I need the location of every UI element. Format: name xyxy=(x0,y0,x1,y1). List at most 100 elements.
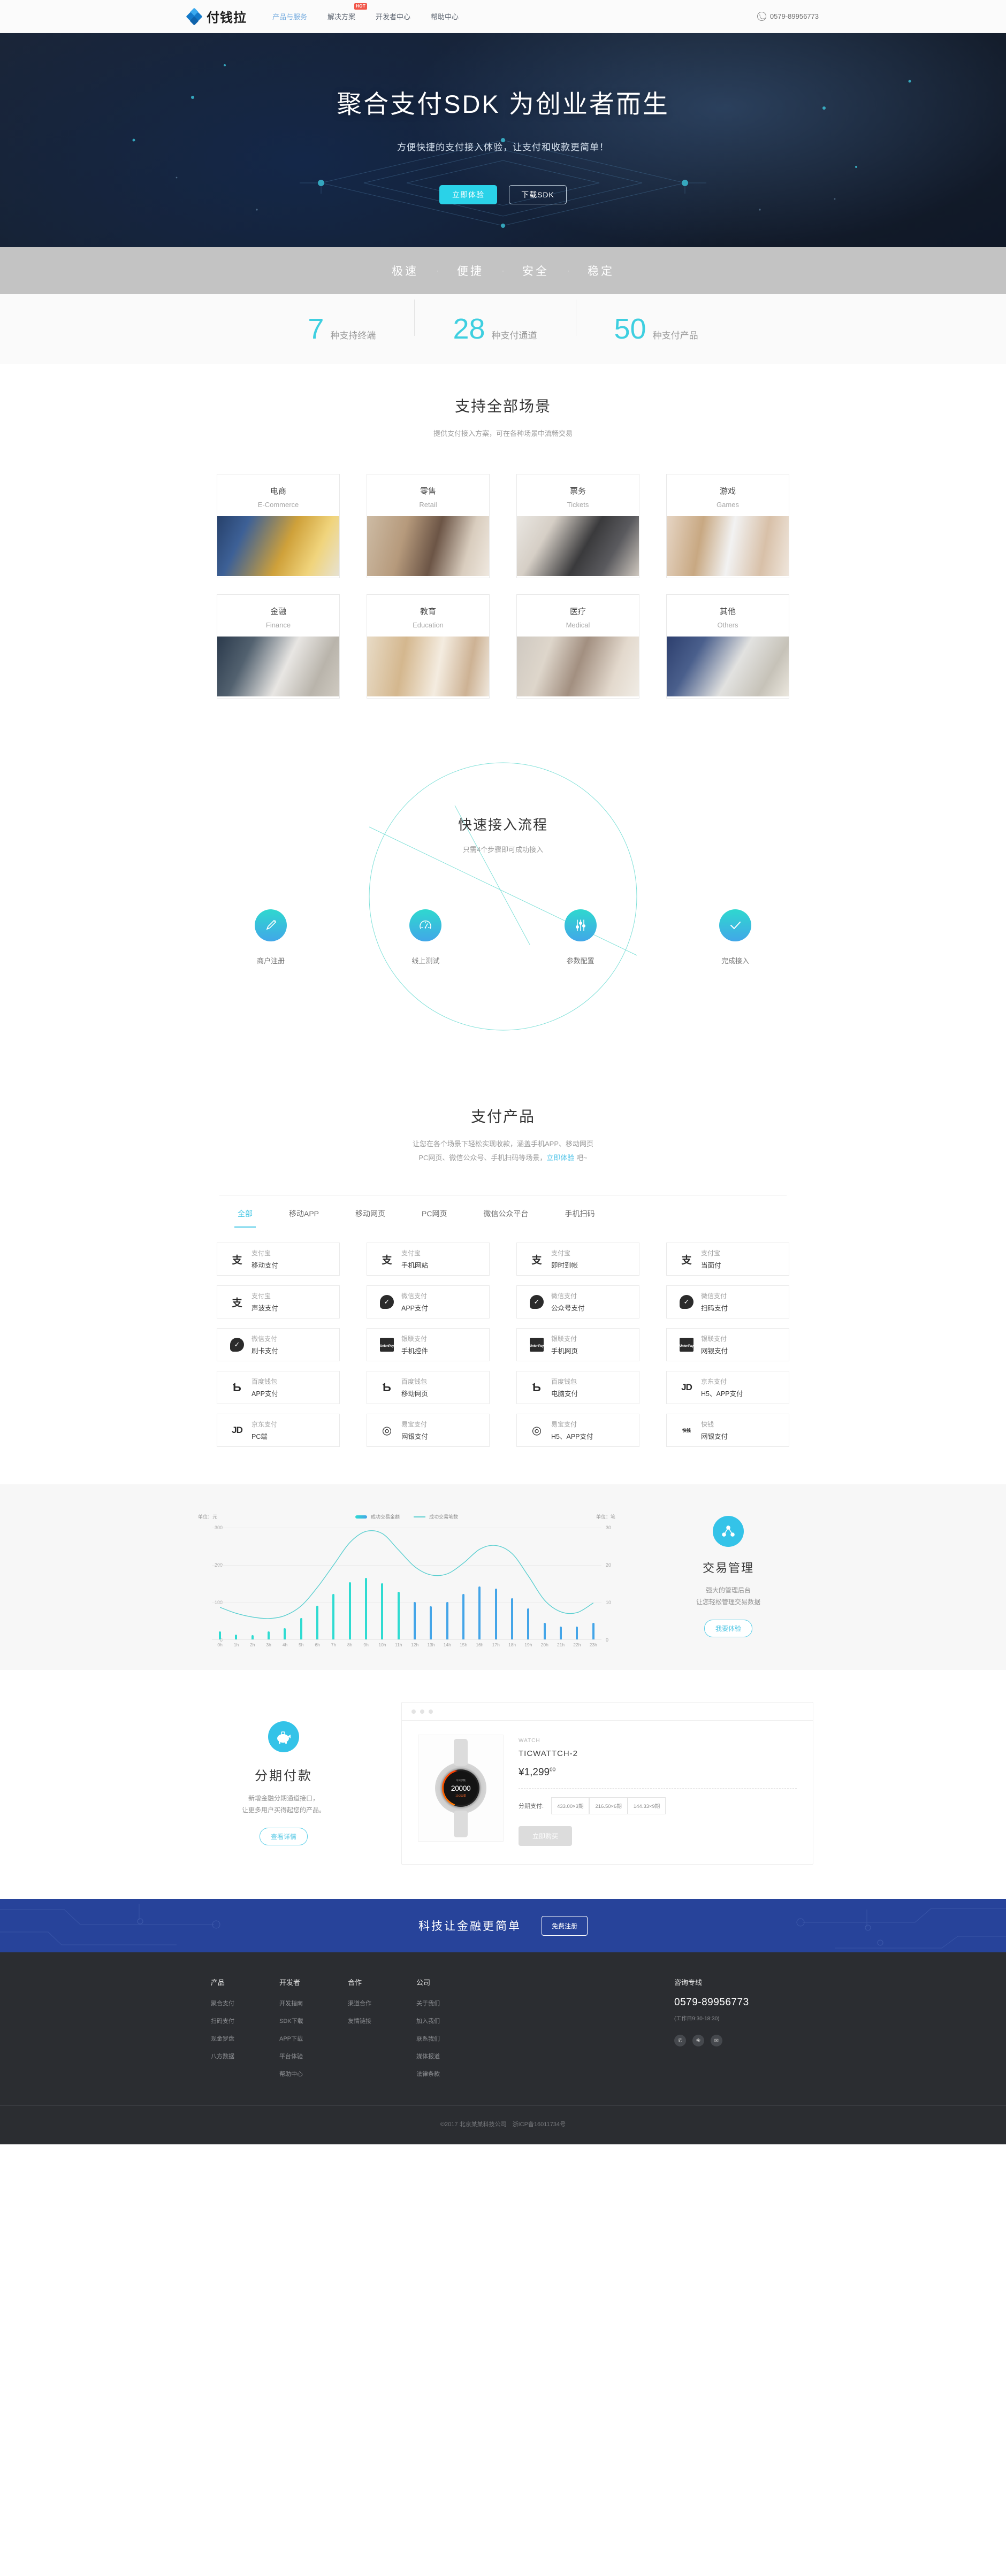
product-tab-2[interactable]: 移动网页 xyxy=(337,1195,403,1228)
scene-card-1[interactable]: 零售 Retail xyxy=(367,474,490,578)
hero-download-sdk-button[interactable]: 下载SDK xyxy=(509,185,567,204)
demo-price: ¥1,29900 xyxy=(519,1767,797,1778)
process-step-1[interactable]: 线上测试 xyxy=(409,909,442,965)
process-step-0[interactable]: 商户注册 xyxy=(255,909,287,965)
stat-number: 28 xyxy=(453,313,485,345)
wechat-icon[interactable]: ✆ xyxy=(674,2035,686,2046)
product-card-9[interactable]: 银联支付手机控件 xyxy=(367,1328,490,1361)
product-card-10[interactable]: 银联支付手机网页 xyxy=(516,1328,639,1361)
process-step-label: 完成接入 xyxy=(721,957,749,965)
phone-icon xyxy=(757,12,766,21)
product-card-15[interactable]: 京东支付 H5、APP支付 xyxy=(666,1371,789,1404)
footer-link-0-3[interactable]: 八方数据 xyxy=(211,2052,279,2060)
feature-item-0[interactable]: 极速 xyxy=(374,263,437,279)
weibo-icon[interactable]: ❀ xyxy=(692,2035,704,2046)
product-card-0[interactable]: 支付宝移动支付 xyxy=(217,1243,340,1276)
nav-item-1[interactable]: 解决方案 HOT xyxy=(326,3,368,25)
scene-card-2[interactable]: 票务 Tickets xyxy=(516,474,639,578)
nav-item-0[interactable]: 产品与服务 xyxy=(271,8,308,25)
yeepay-logo-icon xyxy=(380,1423,394,1437)
scene-card-3[interactable]: 游戏 Games xyxy=(666,474,789,578)
process-title: 快速接入流程 xyxy=(458,817,548,833)
hero-try-now-button[interactable]: 立即体验 xyxy=(439,185,497,204)
footer-link-1-0[interactable]: 开发指南 xyxy=(279,1999,348,2007)
footer-link-0-2[interactable]: 现金罗盘 xyxy=(211,2034,279,2043)
product-tab-0[interactable]: 全部 xyxy=(219,1195,271,1228)
product-card-6[interactable]: 微信支付公众号支付 xyxy=(516,1285,639,1318)
product-brand: 微信支付 xyxy=(551,1292,577,1300)
trade-try-button[interactable]: 我要体验 xyxy=(704,1620,752,1637)
footer-link-3-1[interactable]: 加入我们 xyxy=(416,2017,485,2025)
products-try-link[interactable]: 立即体验 xyxy=(546,1154,574,1162)
feature-item-3[interactable]: 稳定 xyxy=(569,263,632,279)
footer-link-0-0[interactable]: 聚合支付 xyxy=(211,1999,279,2007)
installment-option-2[interactable]: 144.33×9期 xyxy=(627,1797,666,1814)
footer-link-2-1[interactable]: 友情链接 xyxy=(348,2017,416,2025)
footer-link-2-0[interactable]: 渠道合作 xyxy=(348,1999,416,2007)
x-tick-23: 23h xyxy=(589,1642,597,1647)
footer-link-1-2[interactable]: APP下载 xyxy=(279,2034,348,2043)
product-card-12[interactable]: 百度钱包 APP支付 xyxy=(217,1371,340,1404)
product-card-8[interactable]: 微信支付刷卡支付 xyxy=(217,1328,340,1361)
product-card-19[interactable]: 快钱网银支付 xyxy=(666,1414,789,1447)
product-card-17[interactable]: 易宝支付网银支付 xyxy=(367,1414,490,1447)
product-card-18[interactable]: 易宝支付 H5、APP支付 xyxy=(516,1414,639,1447)
baidu-logo-icon xyxy=(230,1381,244,1394)
product-card-5[interactable]: 微信支付 APP支付 xyxy=(367,1285,490,1318)
cta-register-button[interactable]: 免费注册 xyxy=(541,1915,588,1936)
product-brand: 京东支付 xyxy=(701,1378,727,1385)
footer-link-0-1[interactable]: 扫码支付 xyxy=(211,2017,279,2025)
product-card-2[interactable]: 支付宝即时到帐 xyxy=(516,1243,639,1276)
installment-detail-button[interactable]: 查看详情 xyxy=(259,1828,308,1845)
site-logo[interactable]: 付钱拉 xyxy=(186,7,247,26)
product-tab-1[interactable]: 移动APP xyxy=(271,1195,337,1228)
chart-x-axis: 0h 1h 2h 3h 4h 5h 6h 7h 8h 9h 10h 11h 12h 13h 14h 15h 16… xyxy=(212,1642,601,1647)
scene-card-6[interactable]: 医疗 Medical xyxy=(516,594,639,699)
scene-card-4[interactable]: 金融 Finance xyxy=(217,594,340,699)
installment-desc-line1: 新增金融分期通道接口， xyxy=(248,1795,319,1802)
feature-item-2[interactable]: 安全 xyxy=(504,263,567,279)
product-card-1[interactable]: 支付宝手机网站 xyxy=(367,1243,490,1276)
nav-item-label: 解决方案 xyxy=(327,13,356,21)
footer-link-3-3[interactable]: 媒体报道 xyxy=(416,2052,485,2060)
product-card-3[interactable]: 支付宝当面付 xyxy=(666,1243,789,1276)
product-card-16[interactable]: 京东支付 PC端 xyxy=(217,1414,340,1447)
product-card-11[interactable]: 银联支付网银支付 xyxy=(666,1328,789,1361)
footer-link-1-4[interactable]: 帮助中心 xyxy=(279,2069,348,2078)
legend-item-amount[interactable]: 成功交易金额 xyxy=(355,1513,400,1520)
product-tab-5[interactable]: 手机扫码 xyxy=(546,1195,613,1228)
installment-option-0[interactable]: 433.00×3期 xyxy=(551,1797,590,1814)
installment-option-1[interactable]: 216.50×6期 xyxy=(589,1797,628,1814)
process-section: 快速接入流程 只需4个步骤即可成功接入 商户注册 线上测试 参数配置 完成接入 xyxy=(0,720,1006,1073)
product-tab-3[interactable]: PC网页 xyxy=(403,1195,465,1228)
header-phone: 0579-89956773 xyxy=(757,12,819,21)
legend-item-count[interactable]: 成功交易笔数 xyxy=(414,1513,458,1520)
footer-link-3-4[interactable]: 法律条款 xyxy=(416,2069,485,2078)
footer-link-1-1[interactable]: SDK下载 xyxy=(279,2017,348,2025)
email-icon[interactable]: ✉ xyxy=(711,2035,722,2046)
product-card-13[interactable]: 百度钱包移动网页 xyxy=(367,1371,490,1404)
product-tab-4[interactable]: 微信公众平台 xyxy=(465,1195,546,1228)
product-name: 声波支付 xyxy=(251,1305,279,1312)
y-tick-right-1: 10 xyxy=(606,1599,612,1605)
footer-social-icons: ✆ ❀ ✉ xyxy=(674,2035,813,2046)
product-brand: 易宝支付 xyxy=(551,1421,577,1428)
nav-item-2[interactable]: 开发者中心 xyxy=(375,8,411,25)
process-step-3[interactable]: 完成接入 xyxy=(719,909,751,965)
nav-item-3[interactable]: 帮助中心 xyxy=(430,8,460,25)
footer-link-1-3[interactable]: 平台体验 xyxy=(279,2052,348,2060)
scene-card-5[interactable]: 教育 Education xyxy=(367,594,490,699)
footer-link-3-0[interactable]: 关于我们 xyxy=(416,1999,485,2007)
scene-card-0[interactable]: 电商 E-Commerce xyxy=(217,474,340,578)
footer-link-3-2[interactable]: 联系我们 xyxy=(416,2034,485,2043)
installment-info: 分期付款 新增金融分期通道接口， 让更多用户买得起您的产品。 查看详情 xyxy=(193,1721,375,1845)
feature-item-1[interactable]: 便捷 xyxy=(439,263,502,279)
process-step-2[interactable]: 参数配置 xyxy=(564,909,597,965)
demo-buy-button[interactable]: 立即购买 xyxy=(519,1826,573,1846)
product-card-14[interactable]: 百度钱包电脑支付 xyxy=(516,1371,639,1404)
scene-card-7[interactable]: 其他 Others xyxy=(666,594,789,699)
product-card-7[interactable]: 微信支付扫码支付 xyxy=(666,1285,789,1318)
yeepay-logo-icon xyxy=(530,1423,544,1437)
products-desc: 让您在各个场景下轻松实现收款，涵盖手机APP、移动网页 PC网页、微信公众号、手… xyxy=(0,1137,1006,1165)
product-card-4[interactable]: 支付宝声波支付 xyxy=(217,1285,340,1318)
